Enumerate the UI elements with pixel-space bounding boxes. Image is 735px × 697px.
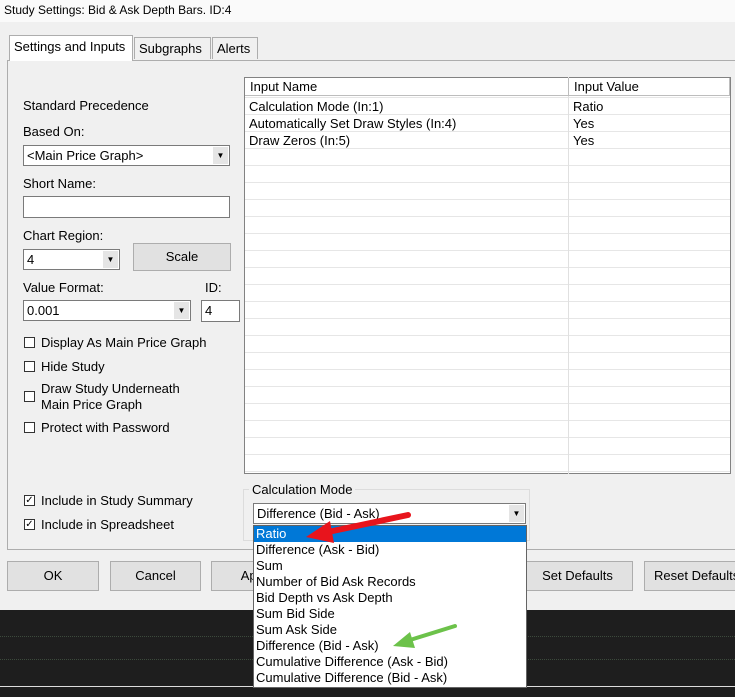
red-arrow-icon — [306, 512, 411, 543]
annotation-arrows — [306, 512, 457, 648]
green-arrow-icon — [393, 624, 457, 648]
